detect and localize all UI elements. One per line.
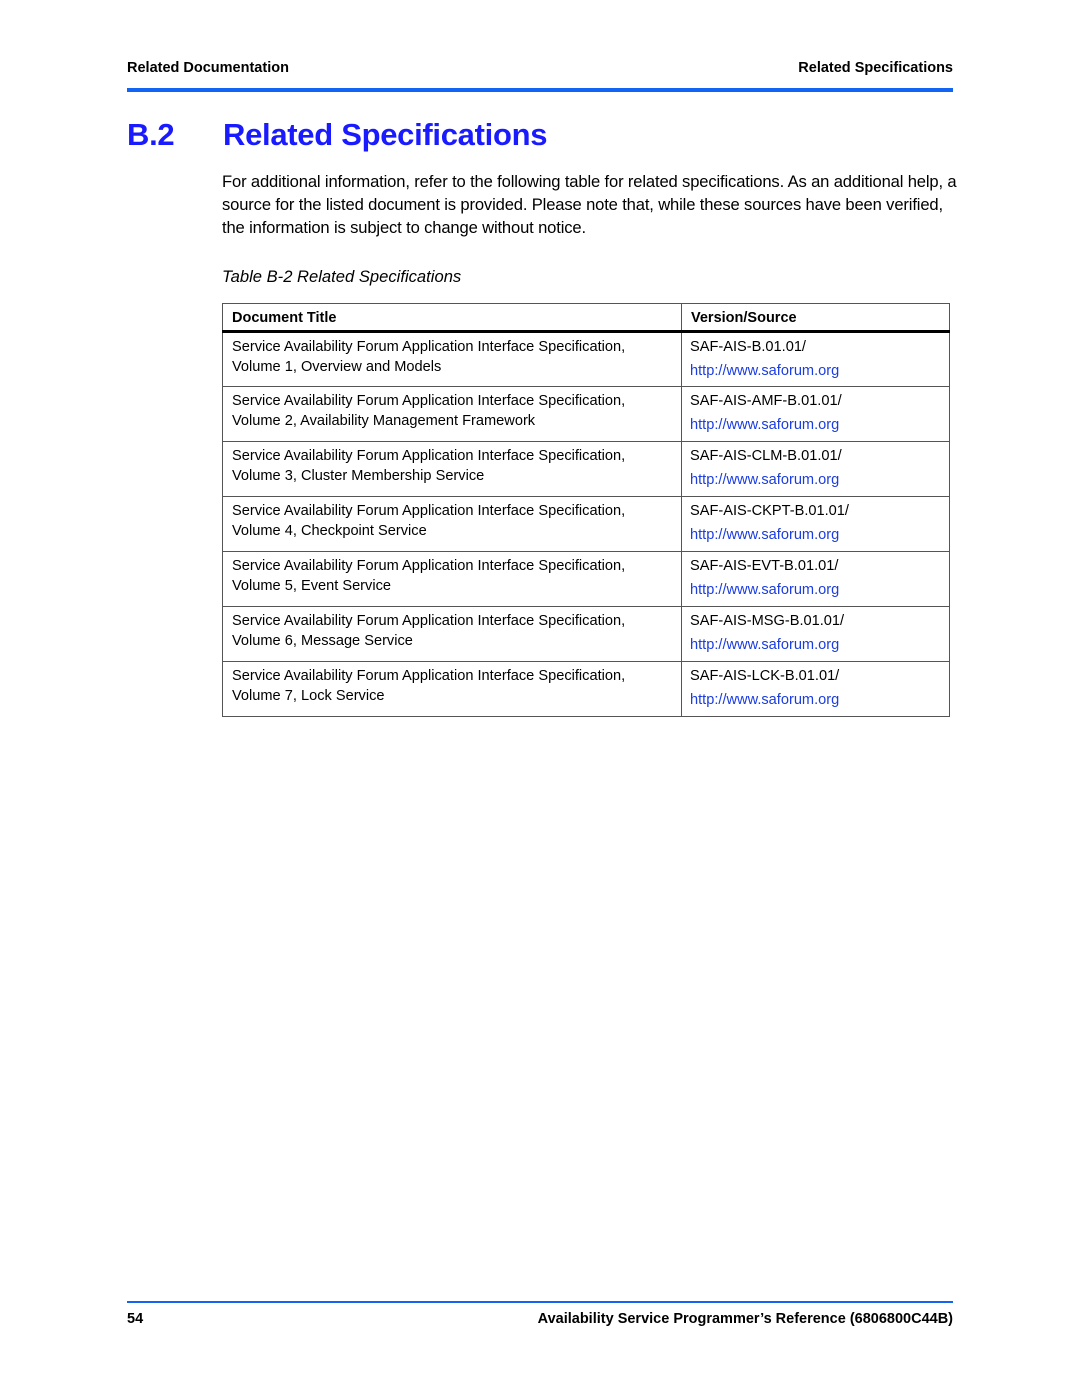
version-source-cell: SAF-AIS-CLM-B.01.01/http://www.saforum.o… <box>681 441 950 497</box>
table-row: Service Availability Forum Application I… <box>222 441 950 497</box>
header-chapter-title: Related Documentation <box>127 60 289 76</box>
table-row: Service Availability Forum Application I… <box>222 331 950 387</box>
version-id: SAF-AIS-CLM-B.01.01/ <box>690 448 842 464</box>
version-id: SAF-AIS-B.01.01/ <box>690 339 806 355</box>
header-section-title: Related Specifications <box>798 60 953 76</box>
version-source-cell: SAF-AIS-B.01.01/http://www.saforum.org <box>681 331 950 387</box>
specifications-table: Document Title Version/Source Service Av… <box>222 303 950 717</box>
version-source-cell: SAF-AIS-AMF-B.01.01/http://www.saforum.o… <box>681 386 950 442</box>
document-title-line1: Service Availability Forum Application I… <box>232 448 626 464</box>
table-row: Service Availability Forum Application I… <box>222 661 950 717</box>
table-caption: Table B-2 Related Specifications <box>222 267 462 286</box>
section-number: B.2 <box>127 117 175 152</box>
intro-paragraph: For additional information, refer to the… <box>222 172 957 237</box>
source-link[interactable]: http://www.saforum.org <box>690 525 940 545</box>
footer-rule <box>127 1301 953 1303</box>
document-title-line2: Volume 2, Availability Management Framew… <box>232 413 536 429</box>
document-title-line2: Volume 4, Checkpoint Service <box>232 523 427 539</box>
document-title-line2: Volume 6, Message Service <box>232 633 413 649</box>
table-row: Service Availability Forum Application I… <box>222 496 950 552</box>
version-id: SAF-AIS-MSG-B.01.01/ <box>690 613 845 629</box>
document-title-line1: Service Availability Forum Application I… <box>232 613 626 629</box>
version-source-cell: SAF-AIS-EVT-B.01.01/http://www.saforum.o… <box>681 551 950 607</box>
document-title-line1: Service Availability Forum Application I… <box>232 393 626 409</box>
table-row: Service Availability Forum Application I… <box>222 551 950 607</box>
document-title-line1: Service Availability Forum Application I… <box>232 339 626 355</box>
document-title-line2: Volume 7, Lock Service <box>232 688 385 704</box>
document-title-cell: Service Availability Forum Application I… <box>222 496 682 552</box>
document-title-line2: Volume 1, Overview and Models <box>232 359 442 375</box>
document-title-line2: Volume 3, Cluster Membership Service <box>232 468 485 484</box>
table-row: Service Availability Forum Application I… <box>222 606 950 662</box>
version-id: SAF-AIS-EVT-B.01.01/ <box>690 558 839 574</box>
document-title-line2: Volume 5, Event Service <box>232 578 391 594</box>
document-title-cell: Service Availability Forum Application I… <box>222 386 682 442</box>
section-title: Related Specifications <box>223 117 548 152</box>
version-id: SAF-AIS-CKPT-B.01.01/ <box>690 503 849 519</box>
version-id: SAF-AIS-AMF-B.01.01/ <box>690 393 842 409</box>
source-link[interactable]: http://www.saforum.org <box>690 470 940 490</box>
footer-document-title: Availability Service Programmer’s Refere… <box>537 1311 953 1327</box>
source-link[interactable]: http://www.saforum.org <box>690 690 940 710</box>
column-header-document-title: Document Title <box>222 303 682 333</box>
document-title-cell: Service Availability Forum Application I… <box>222 661 682 717</box>
document-title-cell: Service Availability Forum Application I… <box>222 441 682 497</box>
page-footer: 54 Availability Service Programmer’s Ref… <box>127 1311 953 1331</box>
running-header: Related Documentation Related Specificat… <box>127 60 953 80</box>
table-header-row: Document Title Version/Source <box>222 303 950 333</box>
page-number: 54 <box>127 1311 144 1327</box>
document-title-cell: Service Availability Forum Application I… <box>222 551 682 607</box>
document-title-cell: Service Availability Forum Application I… <box>222 606 682 662</box>
source-link[interactable]: http://www.saforum.org <box>690 415 940 435</box>
source-link[interactable]: http://www.saforum.org <box>690 635 940 655</box>
document-title-line1: Service Availability Forum Application I… <box>232 503 626 519</box>
version-id: SAF-AIS-LCK-B.01.01/ <box>690 668 840 684</box>
source-link[interactable]: http://www.saforum.org <box>690 361 940 381</box>
version-source-cell: SAF-AIS-LCK-B.01.01/http://www.saforum.o… <box>681 661 950 717</box>
section-heading: B.2 Related Specifications <box>127 117 547 153</box>
document-title-line1: Service Availability Forum Application I… <box>232 668 626 684</box>
table-row: Service Availability Forum Application I… <box>222 386 950 442</box>
header-rule <box>127 88 953 92</box>
version-source-cell: SAF-AIS-CKPT-B.01.01/http://www.saforum.… <box>681 496 950 552</box>
document-title-cell: Service Availability Forum Application I… <box>222 331 682 387</box>
document-title-line1: Service Availability Forum Application I… <box>232 558 626 574</box>
version-source-cell: SAF-AIS-MSG-B.01.01/http://www.saforum.o… <box>681 606 950 662</box>
column-header-version-source: Version/Source <box>681 303 950 333</box>
source-link[interactable]: http://www.saforum.org <box>690 580 940 600</box>
